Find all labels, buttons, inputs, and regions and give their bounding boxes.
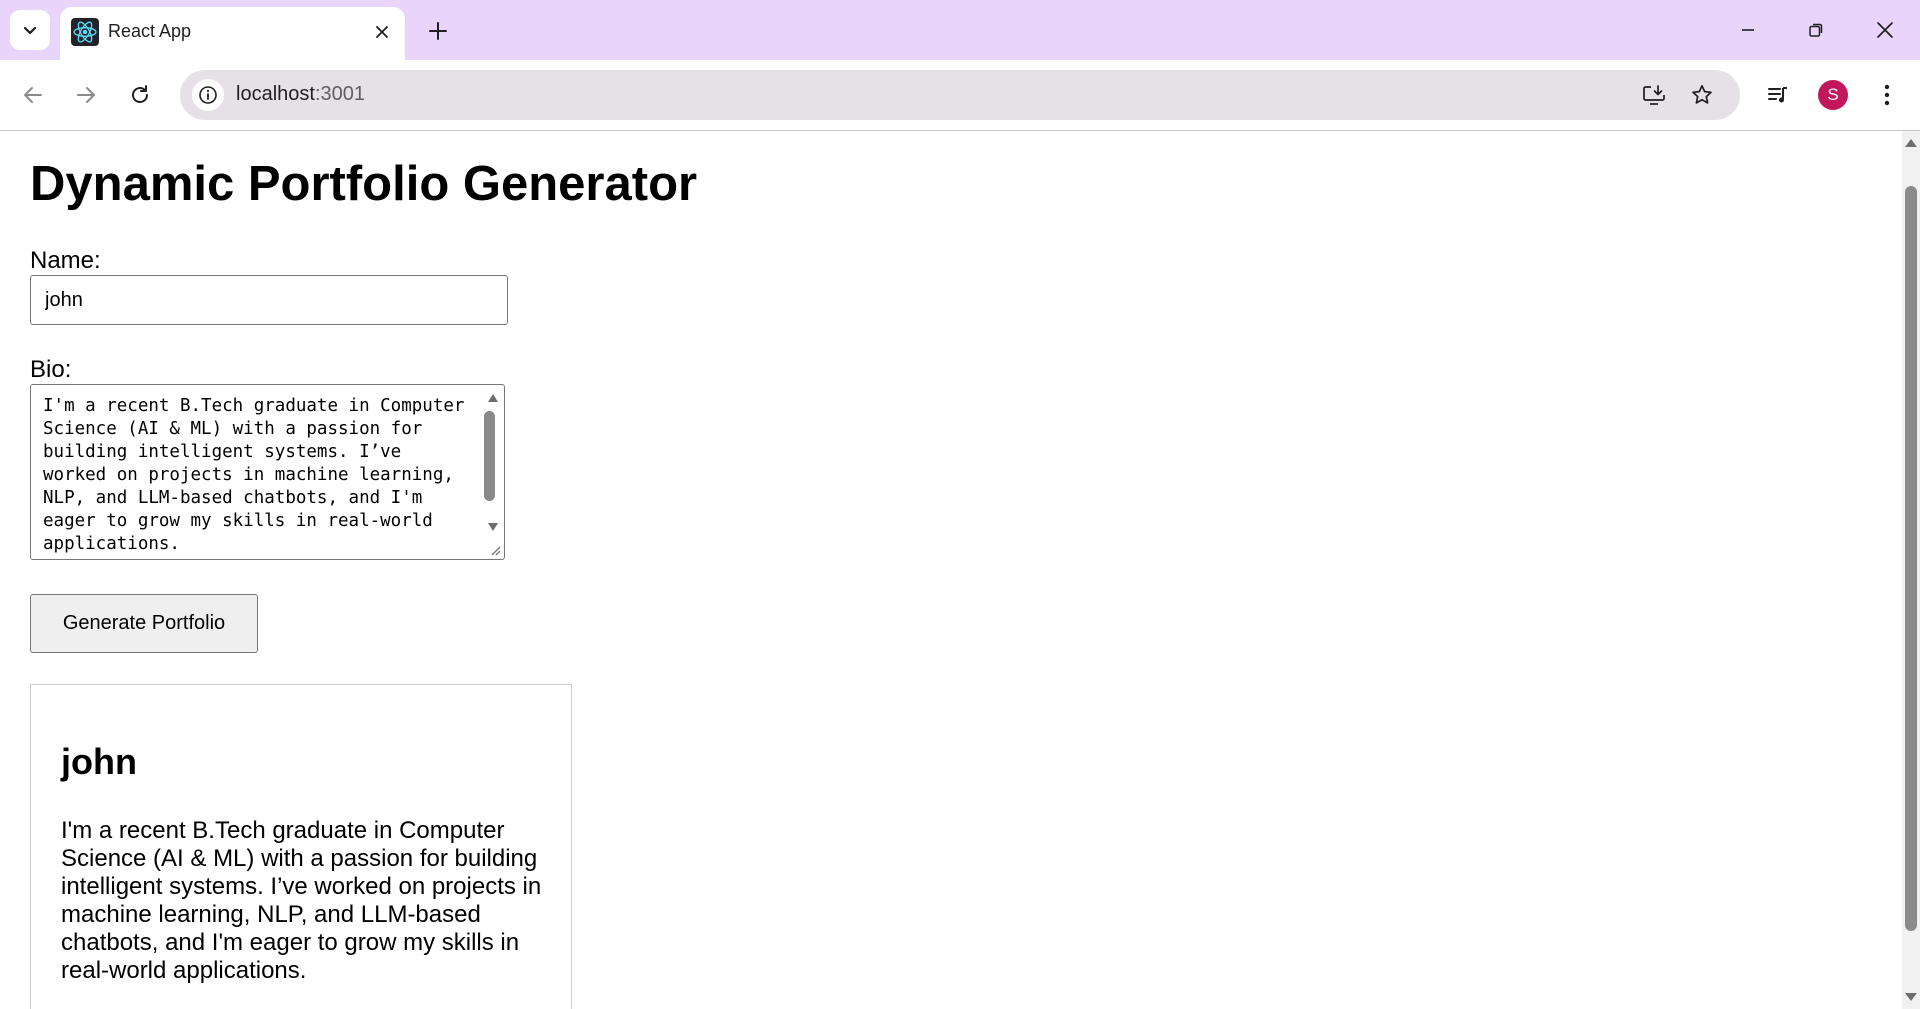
name-input[interactable] [30,275,508,325]
back-button[interactable] [13,75,53,115]
media-controls-button[interactable] [1758,75,1798,115]
install-app-icon [1643,85,1665,105]
minimize-button[interactable] [1720,8,1776,52]
resize-grip-icon[interactable] [486,541,502,557]
arrow-right-icon [77,87,95,103]
browser-tab[interactable]: React App [60,7,405,60]
avatar: S [1818,80,1848,110]
info-icon [199,86,217,104]
reload-icon [132,85,148,103]
close-window-button[interactable] [1857,8,1913,52]
site-info-button[interactable] [192,79,224,111]
minimize-icon [1742,29,1754,31]
tab-strip: React App [0,0,1920,60]
forward-button[interactable] [66,75,106,115]
browser-toolbar: localhost:3001 S [0,60,1920,131]
react-logo-icon [71,18,99,46]
new-tab-button[interactable] [422,15,454,47]
address-bar[interactable]: localhost:3001 [180,70,1740,120]
generate-portfolio-button[interactable]: Generate Portfolio [30,594,258,653]
bio-textarea[interactable]: I'm a recent B.Tech graduate in Computer… [30,384,505,560]
chevron-down-icon [23,26,37,35]
restore-button[interactable] [1788,8,1844,52]
install-app-button[interactable] [1638,79,1670,111]
kebab-menu-icon [1884,84,1890,106]
bio-scrollbar-thumb[interactable] [484,411,495,501]
scroll-down-arrow-icon[interactable] [1902,987,1920,1005]
page-viewport: Dynamic Portfolio Generator Name: Bio: I… [0,131,1902,1009]
tab-close-button[interactable] [369,19,395,45]
tab-title: React App [108,21,192,41]
tab-search-button[interactable] [10,10,50,50]
portfolio-name: john [61,741,137,782]
page-title: Dynamic Portfolio Generator [30,157,698,211]
reload-button[interactable] [120,75,160,115]
close-icon [376,26,388,38]
page-scrollbar-thumb[interactable] [1905,186,1917,931]
name-label: Name: [30,247,101,274]
bio-textarea-text: I'm a recent B.Tech graduate in Computer… [43,396,465,554]
star-icon [1692,84,1712,104]
browser-menu-button[interactable] [1867,75,1907,115]
url-port: :3001 [314,83,365,105]
url-host: localhost [236,83,315,105]
portfolio-bio: I'm a recent B.Tech graduate in Computer… [61,817,542,984]
scroll-up-arrow-icon[interactable] [1902,135,1920,153]
page-scrollbar[interactable] [1902,131,1920,1009]
bookmark-button[interactable] [1686,79,1718,111]
bio-label: Bio: [30,356,72,383]
profile-button[interactable]: S [1813,75,1853,115]
url-text[interactable]: localhost:3001 [236,83,365,106]
restore-icon [1809,23,1823,37]
plus-icon [429,22,447,40]
close-icon [1877,22,1893,38]
media-controls-icon [1768,87,1787,103]
portfolio-card: john I'm a recent B.Tech graduate in Com… [30,684,572,1009]
arrow-left-icon [24,87,42,103]
